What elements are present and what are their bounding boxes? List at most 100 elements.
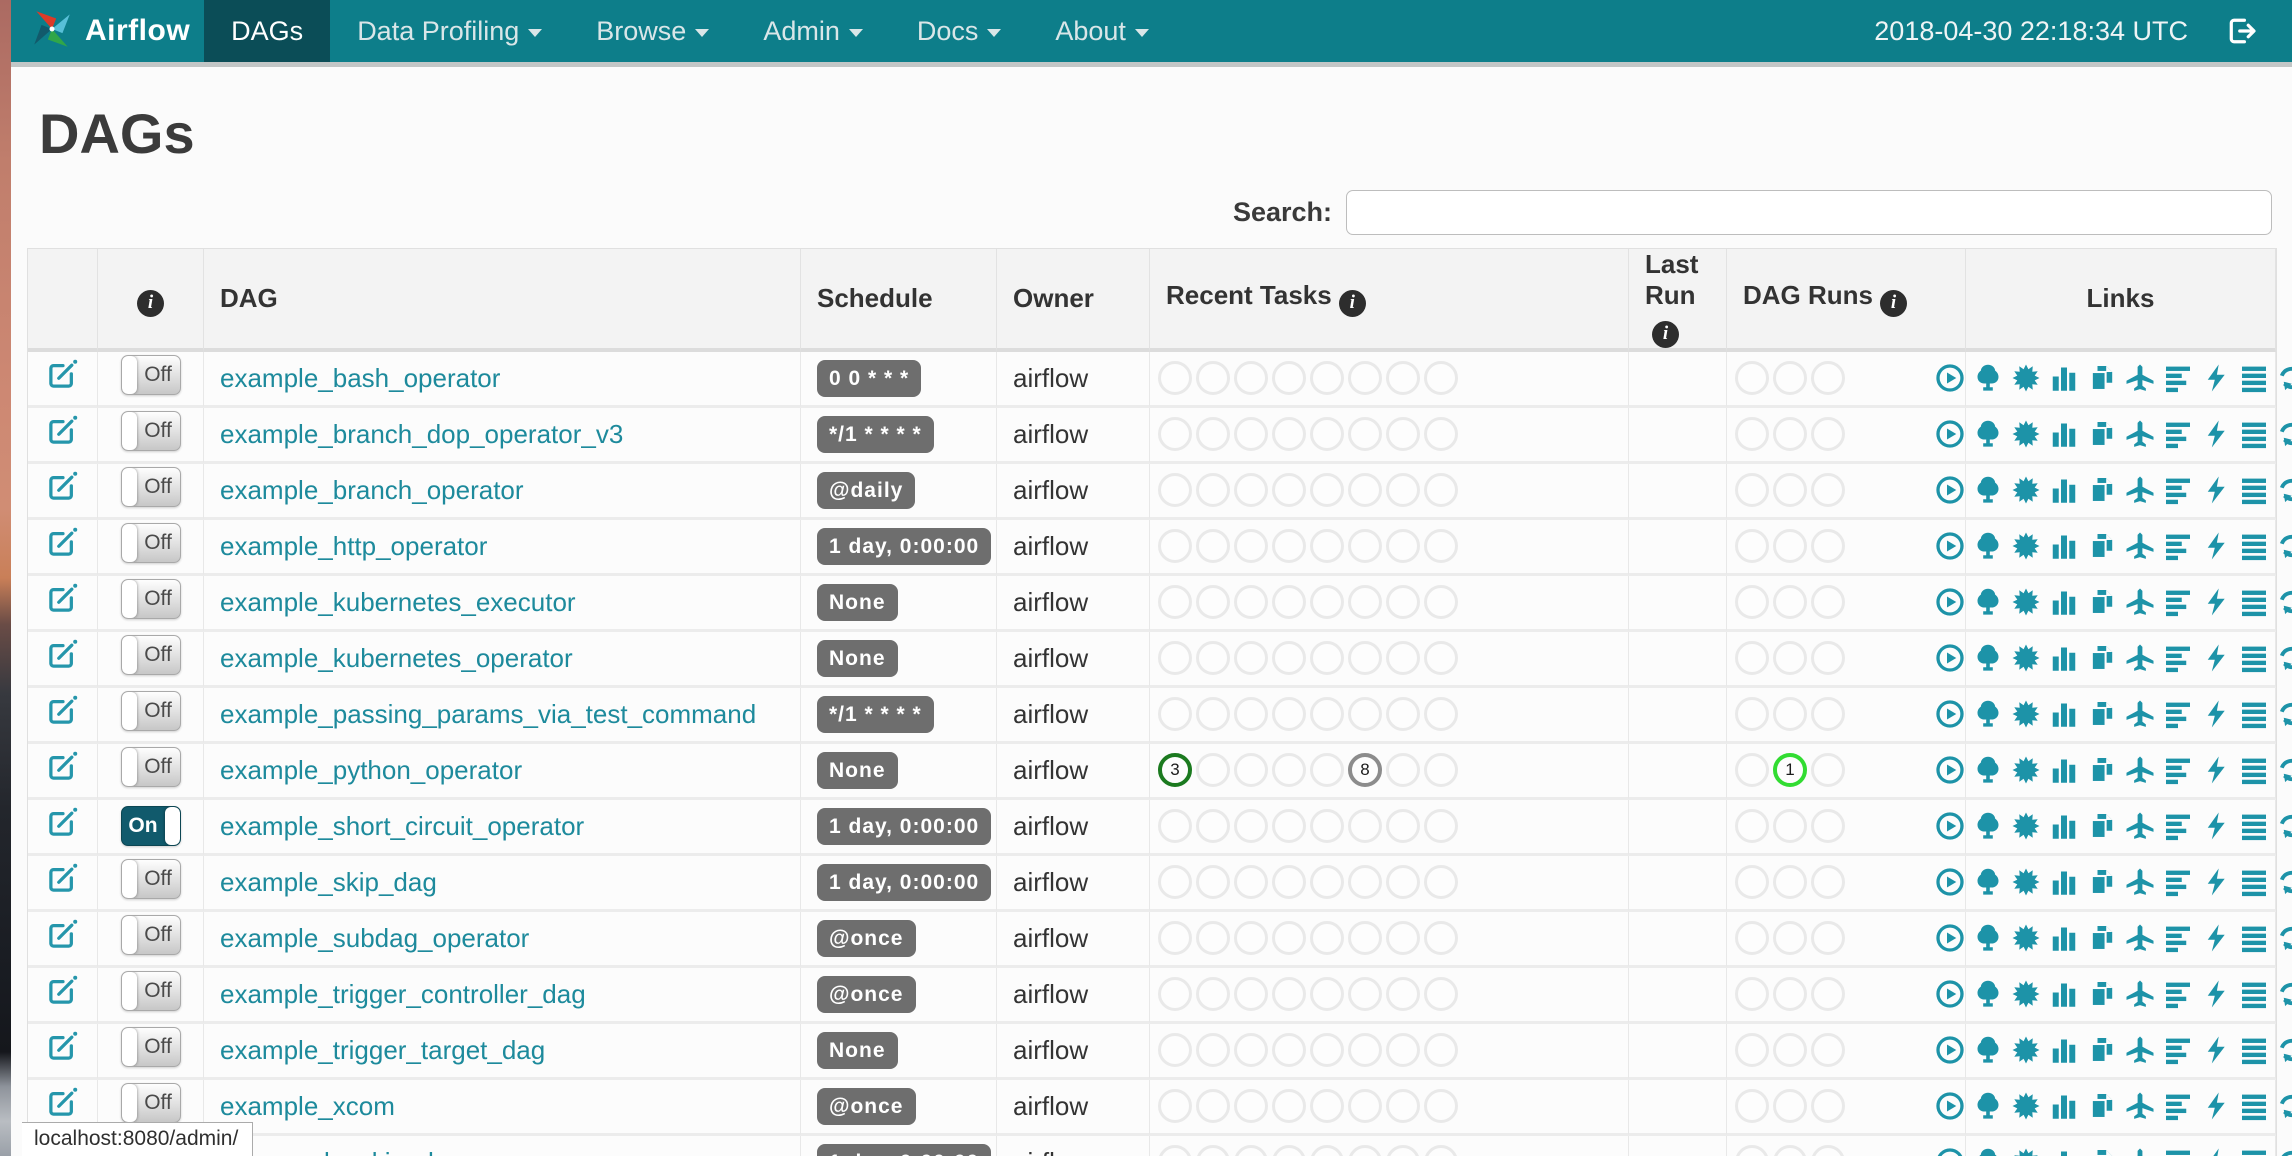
recent-task-circle[interactable]: [1272, 641, 1306, 675]
dag-run-circle[interactable]: [1811, 1033, 1845, 1067]
logs-icon[interactable]: [2239, 811, 2269, 841]
edit-dag-icon[interactable]: [47, 975, 78, 1006]
dag-run-circle[interactable]: [1735, 977, 1769, 1011]
recent-task-circle[interactable]: [1424, 361, 1458, 395]
recent-task-circle[interactable]: [1348, 361, 1382, 395]
recent-task-circle[interactable]: [1158, 697, 1192, 731]
code-view-icon[interactable]: [2201, 643, 2231, 673]
recent-task-circle[interactable]: [1234, 1145, 1268, 1156]
refresh-icon[interactable]: [2277, 475, 2292, 505]
recent-task-circle[interactable]: [1386, 697, 1420, 731]
logs-icon[interactable]: [2239, 1035, 2269, 1065]
dag-run-circle[interactable]: [1811, 1145, 1845, 1156]
dag-link[interactable]: example_kubernetes_executor: [220, 587, 576, 617]
refresh-icon[interactable]: [2277, 643, 2292, 673]
task-duration-icon[interactable]: [2049, 1147, 2079, 1156]
recent-task-circle[interactable]: [1196, 753, 1230, 787]
task-duration-icon[interactable]: [2049, 979, 2079, 1009]
logs-icon[interactable]: [2239, 419, 2269, 449]
logs-icon[interactable]: [2239, 531, 2269, 561]
recent-task-circle[interactable]: [1348, 809, 1382, 843]
tree-view-icon[interactable]: [1973, 363, 2003, 393]
gantt-icon[interactable]: [2163, 979, 2193, 1009]
dag-pause-toggle[interactable]: Off: [120, 411, 181, 451]
recent-task-circle[interactable]: [1158, 977, 1192, 1011]
edit-dag-icon[interactable]: [47, 527, 78, 558]
trigger-dag-icon[interactable]: [1935, 1091, 1965, 1121]
dag-run-circle[interactable]: [1811, 361, 1845, 395]
dag-link[interactable]: example_subdag_operator: [220, 923, 529, 953]
task-duration-icon[interactable]: [2049, 867, 2079, 897]
recent-task-circle[interactable]: [1196, 473, 1230, 507]
graph-view-icon[interactable]: [2011, 811, 2041, 841]
code-view-icon[interactable]: [2201, 475, 2231, 505]
recent-task-circle[interactable]: [1310, 585, 1344, 619]
task-duration-icon[interactable]: [2049, 363, 2079, 393]
dag-pause-toggle[interactable]: Off: [120, 971, 181, 1011]
recent-task-circle[interactable]: 3: [1158, 753, 1192, 787]
graph-view-icon[interactable]: [2011, 419, 2041, 449]
code-view-icon[interactable]: [2201, 867, 2231, 897]
recent-task-circle[interactable]: [1310, 809, 1344, 843]
dag-run-circle[interactable]: [1735, 865, 1769, 899]
trigger-dag-icon[interactable]: [1935, 587, 1965, 617]
dag-run-circle[interactable]: [1811, 529, 1845, 563]
dag-run-circle[interactable]: [1811, 977, 1845, 1011]
dag-run-circle[interactable]: [1773, 641, 1807, 675]
recent-task-circle[interactable]: [1310, 1033, 1344, 1067]
task-duration-icon[interactable]: [2049, 923, 2079, 953]
code-view-icon[interactable]: [2201, 755, 2231, 785]
edit-dag-icon[interactable]: [47, 863, 78, 894]
task-tries-icon[interactable]: [2087, 755, 2117, 785]
recent-task-circle[interactable]: [1348, 1089, 1382, 1123]
task-tries-icon[interactable]: [2087, 699, 2117, 729]
refresh-icon[interactable]: [2277, 811, 2292, 841]
logs-icon[interactable]: [2239, 1091, 2269, 1121]
task-duration-icon[interactable]: [2049, 643, 2079, 673]
dag-run-circle[interactable]: [1735, 753, 1769, 787]
refresh-icon[interactable]: [2277, 755, 2292, 785]
code-view-icon[interactable]: [2201, 979, 2231, 1009]
dag-run-circle[interactable]: [1773, 921, 1807, 955]
recent-task-circle[interactable]: [1272, 361, 1306, 395]
nav-item-docs[interactable]: Docs: [890, 0, 1029, 62]
refresh-icon[interactable]: [2277, 587, 2292, 617]
task-duration-icon[interactable]: [2049, 1035, 2079, 1065]
gantt-icon[interactable]: [2163, 475, 2193, 505]
landing-times-icon[interactable]: [2125, 867, 2155, 897]
dag-pause-toggle[interactable]: Off: [120, 747, 181, 787]
recent-task-circle[interactable]: [1310, 697, 1344, 731]
tree-view-icon[interactable]: [1973, 475, 2003, 505]
dag-run-circle[interactable]: [1735, 1089, 1769, 1123]
task-duration-icon[interactable]: [2049, 699, 2079, 729]
recent-task-circle[interactable]: [1424, 1033, 1458, 1067]
dag-run-circle[interactable]: [1773, 585, 1807, 619]
dag-run-circle[interactable]: [1773, 529, 1807, 563]
dag-link[interactable]: example_python_operator: [220, 755, 522, 785]
recent-task-circle[interactable]: [1348, 585, 1382, 619]
recent-task-circle[interactable]: [1386, 1089, 1420, 1123]
dag-run-circle[interactable]: [1773, 865, 1807, 899]
landing-times-icon[interactable]: [2125, 643, 2155, 673]
dag-pause-toggle[interactable]: Off: [120, 579, 181, 619]
task-tries-icon[interactable]: [2087, 475, 2117, 505]
recent-task-circle[interactable]: [1234, 1089, 1268, 1123]
recent-task-circle[interactable]: [1196, 809, 1230, 843]
dag-link[interactable]: exxxample_skip_dag: [220, 1147, 463, 1156]
recent-task-circle[interactable]: [1196, 585, 1230, 619]
dag-run-circle[interactable]: [1735, 529, 1769, 563]
landing-times-icon[interactable]: [2125, 699, 2155, 729]
dag-run-circle[interactable]: [1811, 921, 1845, 955]
dag-run-circle[interactable]: [1773, 1089, 1807, 1123]
dag-run-circle[interactable]: [1735, 1145, 1769, 1156]
task-tries-icon[interactable]: [2087, 531, 2117, 561]
recent-task-circle[interactable]: [1196, 921, 1230, 955]
recent-task-circle[interactable]: [1196, 529, 1230, 563]
trigger-dag-icon[interactable]: [1935, 643, 1965, 673]
recent-task-circle[interactable]: [1234, 809, 1268, 843]
recent-task-circle[interactable]: [1386, 417, 1420, 451]
refresh-icon[interactable]: [2277, 1091, 2292, 1121]
task-tries-icon[interactable]: [2087, 419, 2117, 449]
refresh-icon[interactable]: [2277, 979, 2292, 1009]
dag-run-circle[interactable]: [1811, 641, 1845, 675]
